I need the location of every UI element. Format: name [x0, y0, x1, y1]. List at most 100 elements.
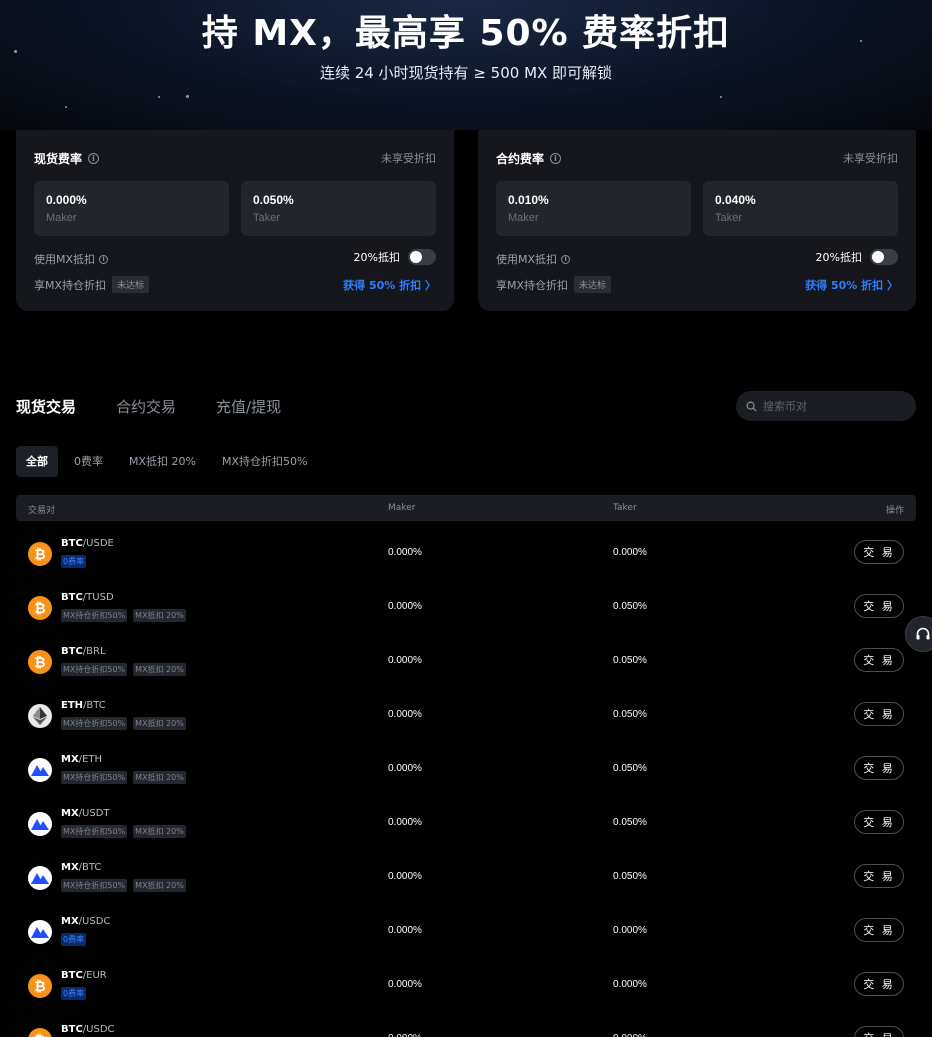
fee-tag: MX持仓折扣50% — [61, 771, 128, 784]
trade-button[interactable]: 交 易 — [854, 756, 904, 780]
fee-tag: 0费率 — [61, 933, 87, 946]
fee-tag: 0费率 — [61, 987, 87, 1000]
table-row: ₿ BTC/USDE 0费率 0.000% 0.000% 交 易 — [16, 527, 916, 581]
pair-name: MX/USDT — [61, 808, 110, 819]
pair-name: BTC/USDE — [61, 538, 114, 549]
pair-base: MX — [61, 808, 79, 819]
taker-rate-label: Taker — [715, 212, 742, 224]
filter-mx-deduct[interactable]: MX抵扣 20% — [119, 446, 206, 477]
trade-button[interactable]: 交 易 — [854, 864, 904, 888]
table-row: ₿ BTC/EUR 0费率 0.000% 0.000% 交 易 — [16, 959, 916, 1013]
taker-rate-box: 0.050% Taker — [241, 181, 436, 236]
trade-button[interactable]: 交 易 — [854, 918, 904, 942]
tag-list: MX持仓折扣50% MX抵扣 20% — [61, 663, 186, 676]
info-icon[interactable]: i — [561, 254, 571, 264]
pair-name: ETH/BTC — [61, 700, 106, 711]
pair-quote: /TUSD — [82, 592, 114, 603]
maker-rate-label: Maker — [46, 212, 77, 224]
taker-fee: 0.000% — [613, 547, 647, 558]
header-maker: Maker — [388, 503, 416, 513]
header-action: 操作 — [885, 506, 904, 516]
futures-fee-card: 合约费率 i 未享受折扣 0.010% Maker 0.040% Taker 使… — [478, 130, 916, 311]
mx-deduct-label: 使用MX抵扣 — [496, 253, 558, 266]
pair-base: MX — [61, 754, 79, 765]
maker-rate-label: Maker — [508, 212, 539, 224]
pair-quote: /EUR — [82, 970, 107, 981]
taker-rate-box: 0.040% Taker — [703, 181, 898, 236]
table-row: MX/USDT MX持仓折扣50% MX抵扣 20% 0.000% 0.050% 交 易 — [16, 797, 916, 851]
taker-rate-value: 0.040% — [715, 193, 756, 207]
maker-rate-value: 0.000% — [46, 193, 87, 207]
pair-base: BTC — [61, 592, 83, 603]
hero-banner: 持 MX，最高享 50% 费率折扣 连续 24 小时现货持有 ≥ 500 MX … — [0, 0, 932, 130]
trade-button[interactable]: 交 易 — [854, 810, 904, 834]
mx-deduct-toggle[interactable] — [870, 249, 898, 265]
trade-button[interactable]: 交 易 — [854, 540, 904, 564]
mx-icon — [28, 866, 52, 890]
trade-tabs: 现货交易 合约交易 充值/提现 — [16, 396, 281, 417]
search-box[interactable] — [736, 391, 916, 421]
pair-name: MX/BTC — [61, 862, 101, 873]
table-row: MX/BTC MX持仓折扣50% MX抵扣 20% 0.000% 0.050% 交 易 — [16, 851, 916, 905]
mx-hold-label: 享MX持仓折扣 — [34, 278, 107, 292]
pair-name: BTC/EUR — [61, 970, 107, 981]
header-taker: Taker — [613, 503, 637, 513]
pair-quote: /USDT — [78, 808, 110, 819]
pair-quote: /USDC — [82, 1024, 115, 1035]
fee-tag: MX抵扣 20% — [133, 663, 186, 676]
fee-tag: MX持仓折扣50% — [61, 663, 128, 676]
star-decoration — [186, 95, 189, 98]
hero-subtitle: 连续 24 小时现货持有 ≥ 500 MX 即可解锁 — [319, 64, 613, 82]
taker-fee: 0.000% — [613, 1033, 647, 1037]
pair-name: BTC/USDC — [61, 1024, 115, 1035]
mx-icon — [28, 812, 52, 836]
pair-name: BTC/TUSD — [61, 592, 114, 603]
maker-fee: 0.000% — [388, 925, 422, 936]
btc-icon: ₿ — [28, 596, 52, 620]
trade-button[interactable]: 交 易 — [854, 1026, 904, 1037]
table-row: ETH/BTC MX持仓折扣50% MX抵扣 20% 0.000% 0.050% 交 易 — [16, 689, 916, 743]
btc-icon: ₿ — [28, 974, 52, 998]
mx-deduct-toggle[interactable] — [408, 249, 436, 265]
get-discount-link[interactable]: 获得 50% 折扣 〉 — [805, 277, 898, 293]
table-row: ₿ BTC/TUSD MX持仓折扣50% MX抵扣 20% 0.000% 0.050% 交 … — [16, 581, 916, 635]
spot-fee-card: 现货费率 i 未享受折扣 0.000% Maker 0.050% Taker 使… — [16, 130, 454, 311]
maker-fee: 0.000% — [388, 763, 422, 774]
trade-button[interactable]: 交 易 — [854, 972, 904, 996]
get-discount-link[interactable]: 获得 50% 折扣 〉 — [343, 277, 436, 293]
star-decoration — [158, 96, 160, 98]
info-icon[interactable]: i — [88, 153, 100, 164]
taker-rate-label: Taker — [253, 212, 280, 224]
taker-fee: 0.050% — [613, 601, 647, 612]
filter-all[interactable]: 全部 — [16, 446, 58, 477]
mx-deduct-rate: 20%抵扣 — [353, 251, 400, 264]
tag-list: MX持仓折扣50% MX抵扣 20% — [61, 771, 186, 784]
btc-icon: ₿ — [28, 1028, 52, 1037]
table-row: MX/ETH MX持仓折扣50% MX抵扣 20% 0.000% 0.050% 交 易 — [16, 743, 916, 797]
fee-tag: MX抵扣 20% — [133, 825, 186, 838]
pair-base: BTC — [61, 646, 83, 657]
tab-spot[interactable]: 现货交易 — [16, 396, 76, 417]
trade-button[interactable]: 交 易 — [854, 702, 904, 726]
search-input[interactable] — [763, 399, 903, 413]
tab-futures[interactable]: 合约交易 — [116, 396, 176, 417]
taker-fee: 0.050% — [613, 871, 647, 882]
btc-icon: ₿ — [28, 650, 52, 674]
star-decoration — [65, 106, 67, 108]
filter-zero-fee[interactable]: 0费率 — [64, 446, 113, 477]
headset-icon — [916, 627, 930, 640]
info-icon[interactable]: i — [99, 254, 109, 264]
fee-tag: MX抵扣 20% — [133, 879, 186, 892]
tab-deposit-withdraw[interactable]: 充值/提现 — [216, 396, 281, 417]
pair-base: MX — [61, 916, 79, 927]
filter-mx-hold[interactable]: MX持仓折扣50% — [212, 446, 317, 477]
tag-list: MX持仓折扣50% MX抵扣 20% — [61, 825, 186, 838]
trade-button[interactable]: 交 易 — [854, 594, 904, 618]
fee-tag: MX持仓折扣50% — [61, 825, 128, 838]
table-row: ₿ BTC/BRL MX持仓折扣50% MX抵扣 20% 0.000% 0.050% 交 易 — [16, 635, 916, 689]
trade-button[interactable]: 交 易 — [854, 648, 904, 672]
mx-deduct-rate: 20%抵扣 — [815, 251, 862, 264]
info-icon[interactable]: i — [550, 153, 562, 164]
discount-status: 未享受折扣 — [381, 152, 436, 165]
pair-base: ETH — [61, 700, 84, 711]
